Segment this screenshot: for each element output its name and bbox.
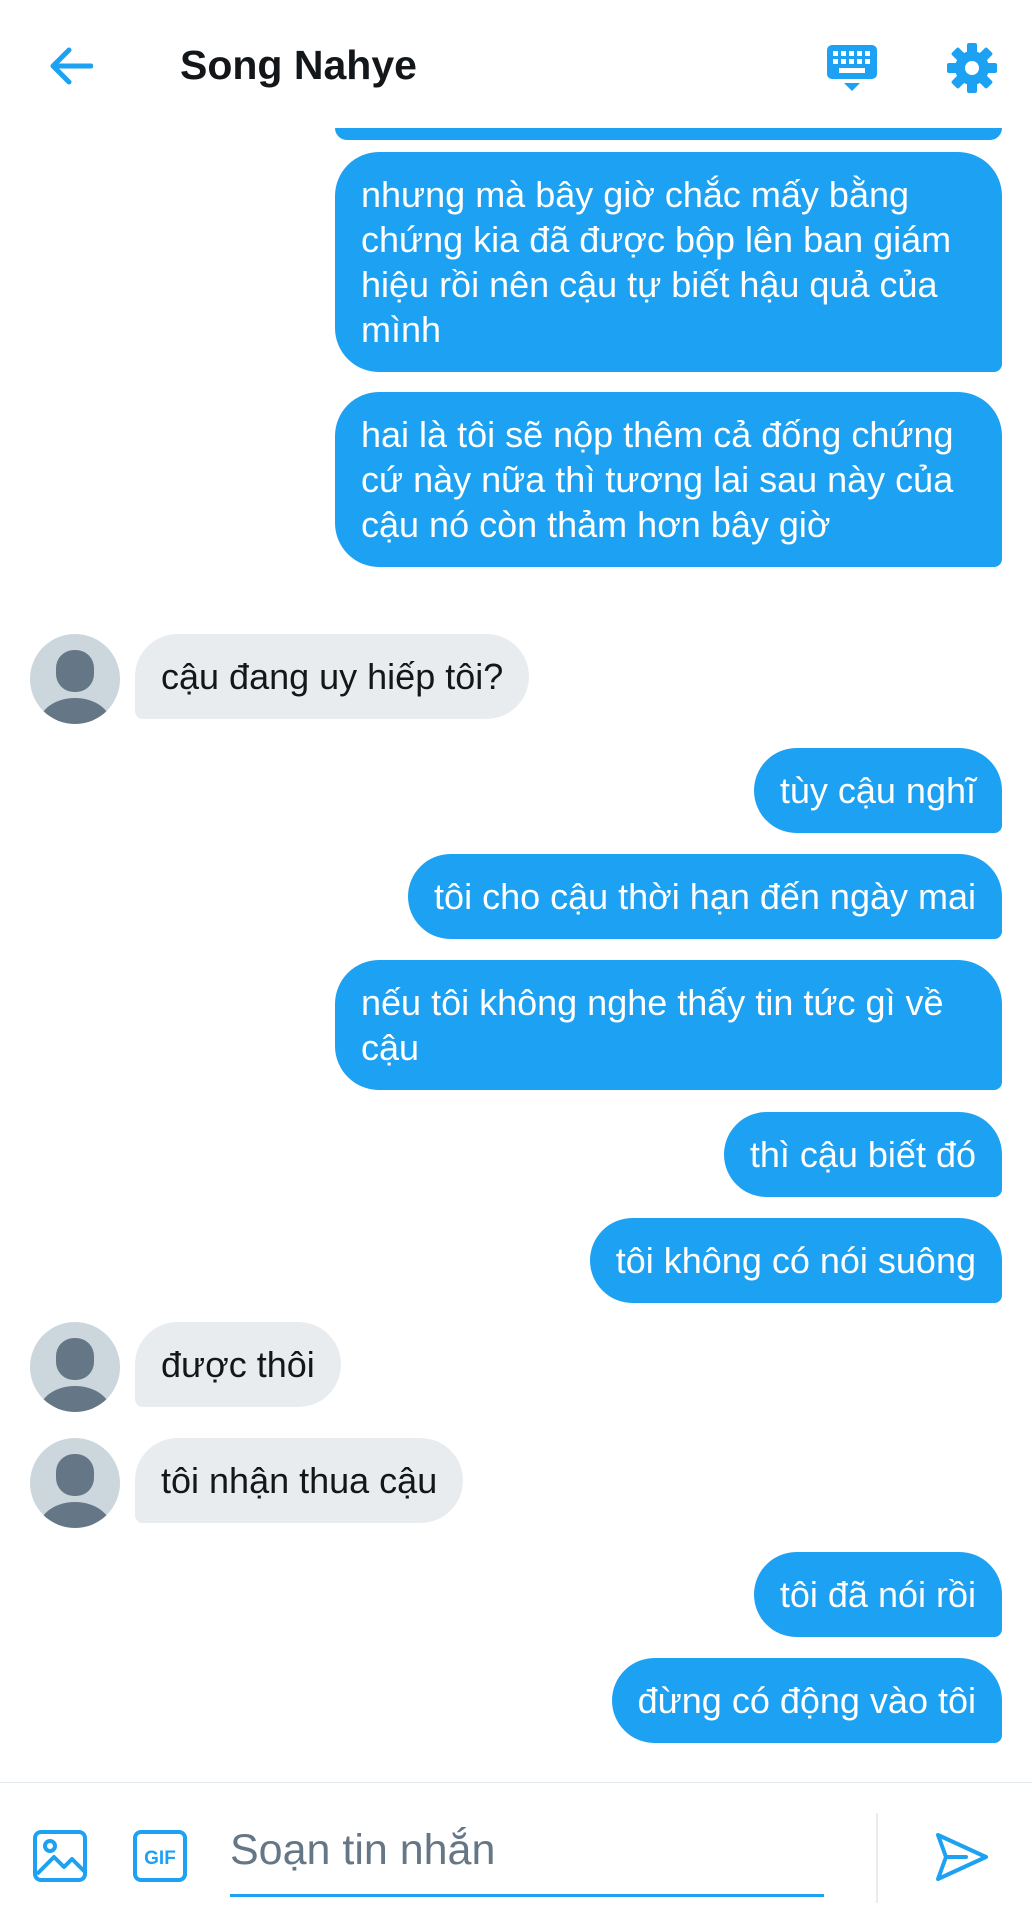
avatar[interactable]	[30, 634, 120, 724]
message-bubble-outgoing[interactable]: tôi cho cậu thời hạn đến ngày mai	[408, 854, 1002, 939]
message-bubble-outgoing[interactable]: nếu tôi không nghe thấy tin tức gì về cậ…	[335, 960, 1002, 1090]
conversation-header: Song Nahye	[0, 0, 1032, 128]
composer-divider	[876, 1813, 878, 1903]
message-bubble-clipped	[335, 128, 1002, 140]
default-avatar-icon	[39, 1338, 111, 1412]
message-bubble-incoming[interactable]: được thôi	[135, 1322, 341, 1407]
default-avatar-icon	[39, 1454, 111, 1528]
gif-label: GIF	[144, 1848, 176, 1869]
message-bubble-outgoing[interactable]: nhưng mà bây giờ chắc mấy bằng chứng kia…	[335, 152, 1002, 372]
message-bubble-outgoing[interactable]: tùy cậu nghĩ	[753, 748, 1002, 833]
arrow-left-icon	[50, 47, 93, 85]
message-composer: GIF	[0, 1782, 1032, 1921]
message-input[interactable]	[230, 1807, 824, 1897]
gear-icon	[947, 43, 997, 93]
message-bubble-incoming[interactable]: cậu đang uy hiếp tôi?	[135, 634, 530, 719]
back-button[interactable]	[40, 38, 100, 94]
avatar[interactable]	[30, 1438, 120, 1528]
message-bubble-outgoing[interactable]: hai là tôi sẽ nộp thêm cả đống chứng cứ …	[335, 392, 1002, 567]
message-bubble-outgoing[interactable]: tôi đã nói rồi	[753, 1552, 1002, 1637]
keyboard-icon	[827, 45, 877, 91]
conversation-title: Song Nahye	[180, 42, 417, 88]
add-gif-button[interactable]: GIF	[132, 1829, 188, 1883]
settings-button[interactable]	[940, 36, 1004, 100]
image-icon	[33, 1830, 87, 1882]
gif-icon: GIF	[133, 1830, 187, 1882]
keyboard-button[interactable]	[820, 36, 884, 100]
message-bubble-outgoing[interactable]: đừng có động vào tôi	[611, 1658, 1002, 1743]
avatar[interactable]	[30, 1322, 120, 1412]
message-bubble-outgoing[interactable]: tôi không có nói suông	[589, 1218, 1002, 1303]
add-image-button[interactable]	[32, 1829, 88, 1883]
default-avatar-icon	[39, 650, 111, 724]
message-bubble-incoming[interactable]: tôi nhận thua cậu	[135, 1438, 464, 1523]
message-list[interactable]: nhưng mà bây giờ chắc mấy bằng chứng kia…	[0, 128, 1032, 1782]
send-button[interactable]	[932, 1827, 992, 1887]
send-icon	[936, 1833, 988, 1881]
message-bubble-outgoing[interactable]: thì cậu biết đó	[723, 1112, 1002, 1197]
